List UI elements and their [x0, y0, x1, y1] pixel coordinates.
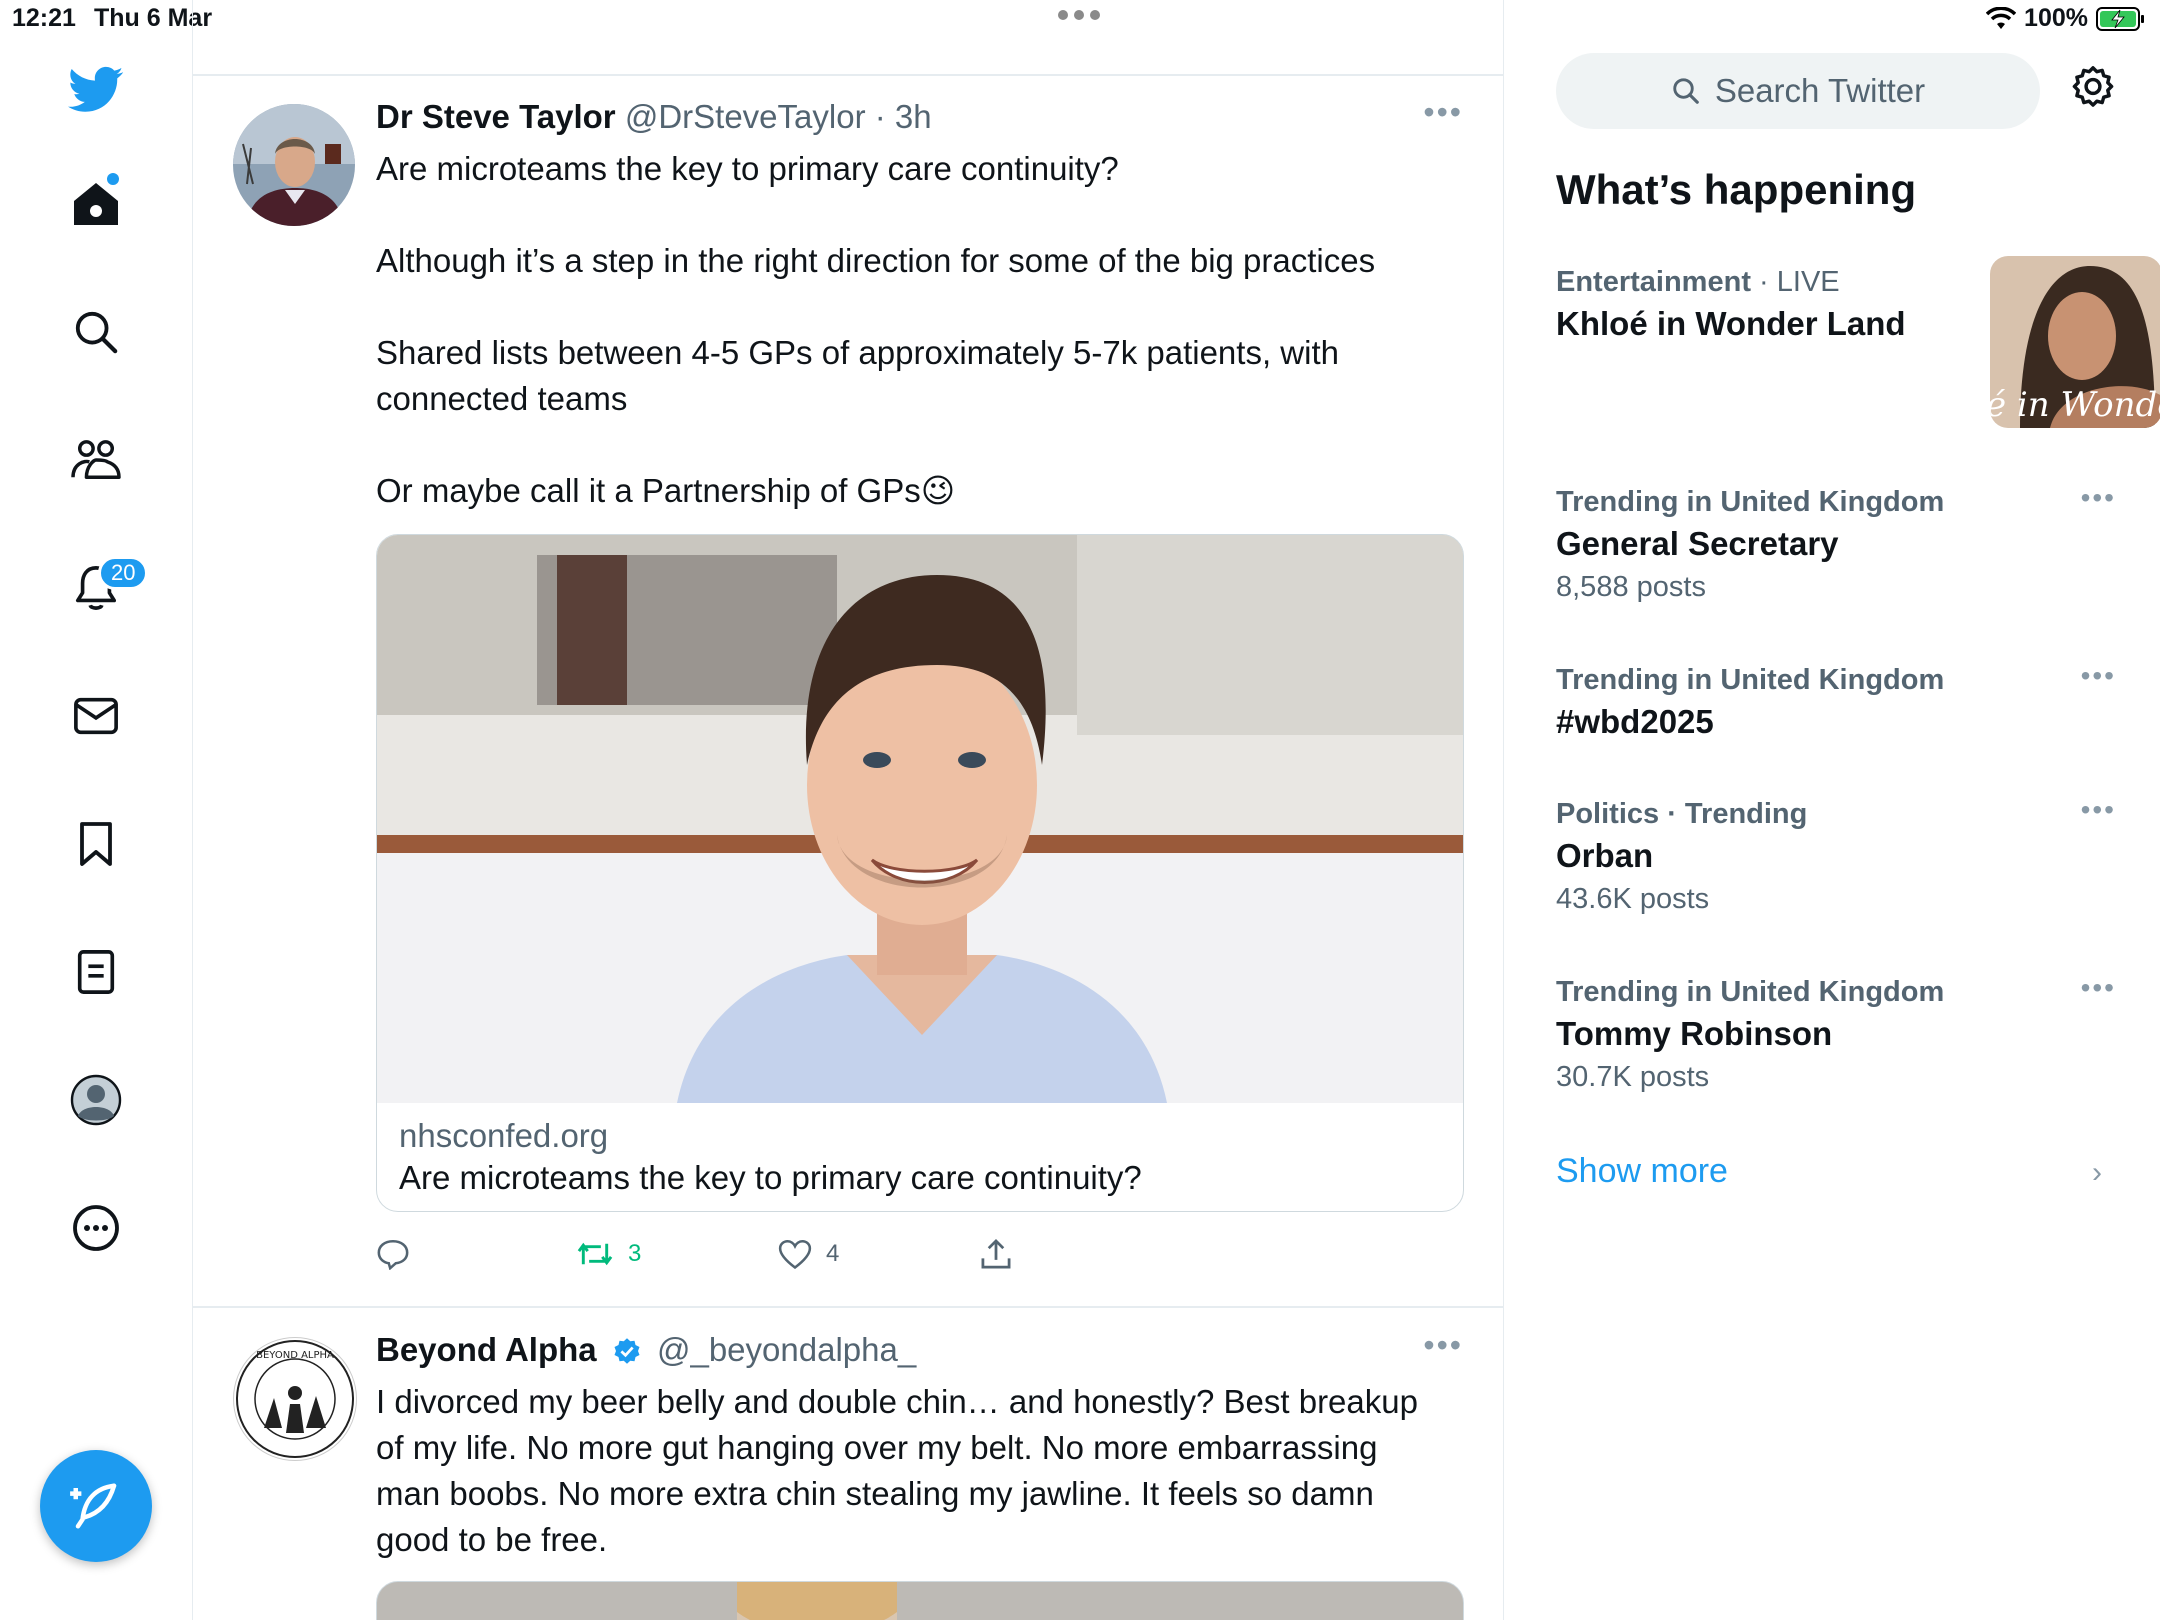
- tweet-more-icon[interactable]: •••: [1423, 1327, 1463, 1364]
- trend-item[interactable]: Politics · Trending Orban 43.6K posts ••…: [1556, 794, 2116, 916]
- trend-name: General Secretary: [1556, 525, 1839, 562]
- like-button[interactable]: 4: [778, 1239, 980, 1269]
- search-input[interactable]: Search Twitter: [1556, 53, 2040, 129]
- retweet-icon: [577, 1242, 613, 1266]
- retweet-count: 3: [628, 1240, 642, 1267]
- home-unread-dot: [107, 173, 119, 185]
- right-sidebar: Search Twitter What’s happening Entertai…: [1504, 0, 2160, 1620]
- featured-thumbnail[interactable]: é in Wonder L: [1990, 256, 2160, 428]
- trend-context: Trending in United Kingdom: [1556, 976, 1945, 1008]
- search-icon: [1673, 78, 1699, 104]
- link-card-image[interactable]: [377, 535, 1463, 1103]
- trend-count: 8,588 posts: [1556, 571, 1706, 603]
- timeline-feed[interactable]: Dr Steve Taylor @DrSteveTaylor · 3h ••• …: [193, 0, 1504, 1620]
- tweet-time[interactable]: · 3h: [875, 98, 932, 135]
- more-options-icon[interactable]: [66, 1198, 126, 1258]
- trend-context: Trending in United Kingdom: [1556, 664, 1945, 696]
- featured-thumb-text: é in Wonder L: [1990, 385, 2160, 425]
- link-card[interactable]: nhsconfed.org Are microteams the key to …: [376, 534, 1464, 1212]
- heart-icon: [778, 1239, 812, 1269]
- tweet-actions: 3 4: [376, 1238, 1012, 1270]
- avatar[interactable]: [233, 104, 355, 226]
- trend-name: #wbd2025: [1556, 703, 1714, 740]
- reply-icon: [377, 1239, 409, 1270]
- search-icon[interactable]: [66, 302, 126, 362]
- tweet[interactable]: Dr Steve Taylor @DrSteveTaylor · 3h ••• …: [193, 74, 1503, 1306]
- trend-more-icon[interactable]: •••: [2081, 482, 2116, 514]
- communities-icon[interactable]: [66, 430, 126, 490]
- author-name[interactable]: Beyond Alpha: [376, 1331, 597, 1368]
- trend-item[interactable]: Trending in United Kingdom Tommy Robinso…: [1556, 972, 2116, 1094]
- left-nav: 20: [0, 0, 193, 1620]
- trend-name: Tommy Robinson: [1556, 1015, 1833, 1052]
- trend-more-icon[interactable]: •••: [2081, 794, 2116, 826]
- trend-name: Orban: [1556, 837, 1654, 874]
- lists-icon[interactable]: [66, 942, 126, 1002]
- link-card-title: Are microteams the key to primary care c…: [399, 1159, 1142, 1196]
- tweet-paragraph: I divorced my beer belly and double chin…: [376, 1383, 1418, 1558]
- settings-gear-icon[interactable]: [2070, 65, 2116, 116]
- svg-text:BEYOND ALPHA: BEYOND ALPHA: [256, 1350, 334, 1361]
- compose-tweet-button[interactable]: [40, 1450, 152, 1562]
- trend-context: Trending in United Kingdom: [1556, 486, 1945, 518]
- whats-happening-title: What’s happening: [1556, 166, 1917, 213]
- featured-live: · LIVE: [1759, 266, 1840, 298]
- tweet[interactable]: BEYOND ALPHA Beyond Alpha @_beyondalpha_…: [193, 1307, 1503, 1620]
- tweet-text: I divorced my beer belly and double chin…: [376, 1379, 1436, 1563]
- bookmarks-icon[interactable]: [66, 814, 126, 874]
- notifications-badge: 20: [98, 556, 149, 590]
- tweet-text: Are microteams the key to primary care c…: [376, 146, 1436, 514]
- featured-trend[interactable]: Entertainment · LIVE Khloé in Wonder Lan…: [1556, 256, 2160, 428]
- tweet-paragraph: Or maybe call it a Partnership of GPs😉: [376, 472, 956, 509]
- author-name[interactable]: Dr Steve Taylor: [376, 98, 616, 135]
- share-button[interactable]: [980, 1238, 1012, 1270]
- trend-context: Politics · Trending: [1556, 798, 1808, 830]
- author-handle[interactable]: @_beyondalpha_: [657, 1331, 916, 1368]
- link-card-domain: nhsconfed.org: [399, 1117, 609, 1154]
- share-icon: [981, 1238, 1011, 1269]
- trend-item[interactable]: Trending in United Kingdom #wbd2025 •••: [1556, 660, 2116, 741]
- retweet-button[interactable]: 3: [576, 1239, 778, 1269]
- reply-button[interactable]: [376, 1238, 576, 1270]
- tweet-paragraph: Shared lists between 4-5 GPs of approxim…: [376, 334, 1339, 417]
- chevron-right-icon[interactable]: ›: [2092, 1156, 2102, 1190]
- twitter-logo-icon[interactable]: [66, 60, 126, 120]
- show-more-link[interactable]: Show more: [1556, 1152, 1728, 1191]
- trend-count: 43.6K posts: [1556, 883, 1710, 915]
- trend-count: 30.7K posts: [1556, 1061, 1710, 1093]
- trend-more-icon[interactable]: •••: [2081, 660, 2116, 692]
- avatar[interactable]: BEYOND ALPHA: [233, 1337, 357, 1461]
- link-card-meta: nhsconfed.org Are microteams the key to …: [377, 1103, 1463, 1211]
- author-handle[interactable]: @DrSteveTaylor: [625, 98, 866, 135]
- trend-item[interactable]: Trending in United Kingdom General Secre…: [1556, 482, 2116, 604]
- trend-more-icon[interactable]: •••: [2081, 972, 2116, 1004]
- featured-category: Entertainment: [1556, 266, 1751, 298]
- tweet-media[interactable]: [376, 1581, 1464, 1620]
- tweet-paragraph: Are microteams the key to primary care c…: [376, 150, 1119, 187]
- tweet-paragraph: Although it’s a step in the right direct…: [376, 242, 1376, 279]
- like-count: 4: [826, 1240, 840, 1267]
- search-placeholder: Search Twitter: [1714, 72, 1926, 109]
- tweet-header: Dr Steve Taylor @DrSteveTaylor · 3h: [376, 98, 932, 136]
- profile-avatar-icon[interactable]: [66, 1070, 126, 1130]
- messages-icon[interactable]: [66, 686, 126, 746]
- tweet-header: Beyond Alpha @_beyondalpha_: [376, 1331, 916, 1369]
- tweet-more-icon[interactable]: •••: [1423, 94, 1463, 131]
- compose-feather-icon: [70, 1483, 117, 1529]
- verified-badge-icon: [614, 1338, 640, 1365]
